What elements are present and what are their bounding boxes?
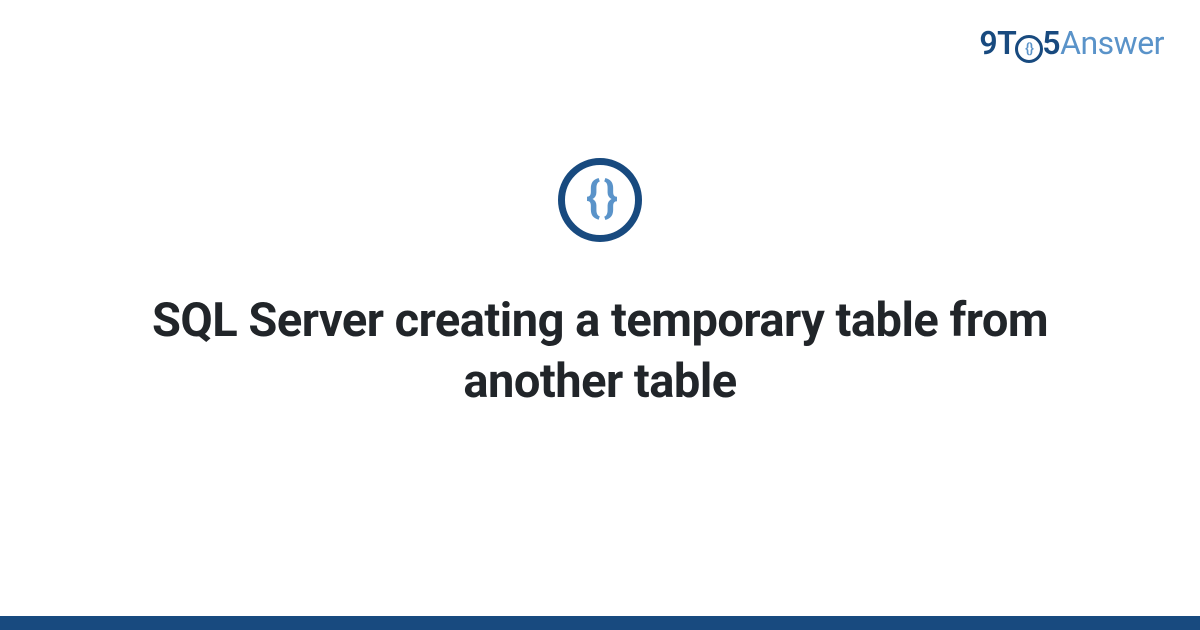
- footer-accent-bar: [0, 616, 1200, 630]
- page-title: SQL Server creating a temporary table fr…: [100, 290, 1100, 412]
- braces-icon: { }: [586, 175, 614, 219]
- main-content: { } SQL Server creating a temporary tabl…: [0, 0, 1200, 630]
- category-icon: { }: [558, 158, 642, 242]
